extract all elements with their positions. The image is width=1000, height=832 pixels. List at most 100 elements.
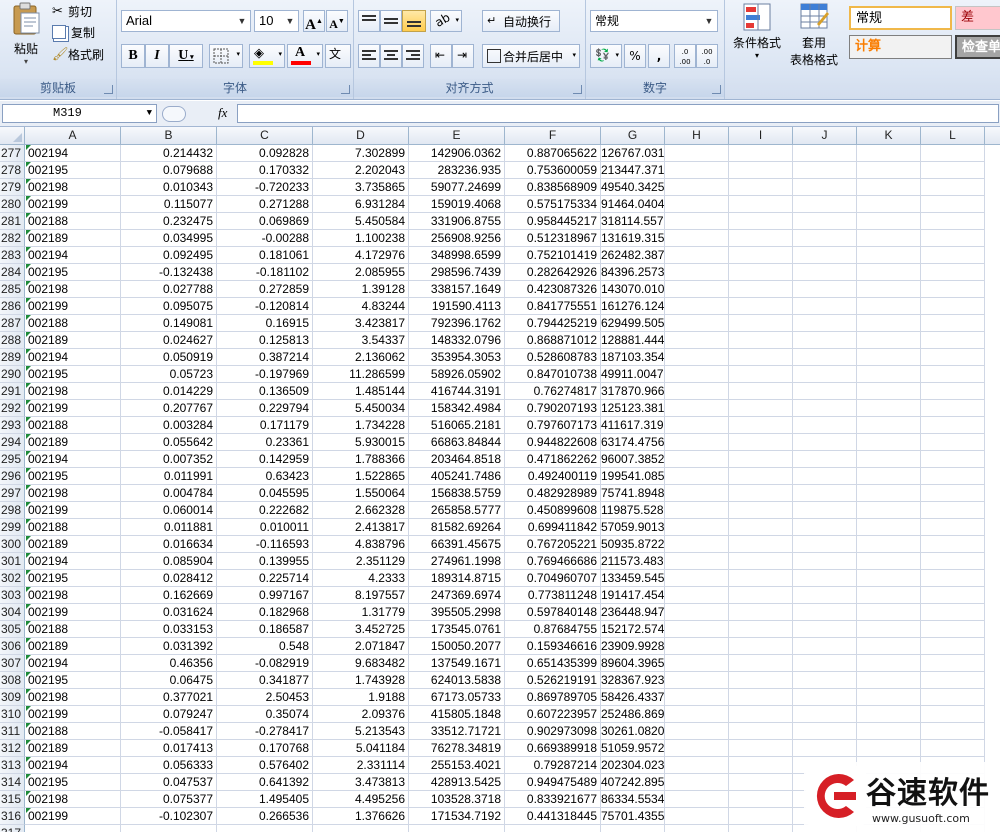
row-header[interactable]: 296 (0, 468, 25, 485)
dialog-launcher-icon[interactable] (573, 85, 582, 94)
cell-i[interactable] (729, 315, 793, 332)
cell-c[interactable]: 0.225714 (217, 570, 313, 587)
cell-d[interactable]: 2.331114 (313, 757, 409, 774)
cell-a[interactable]: 002199 (25, 400, 121, 417)
cell-d[interactable]: 5.041184 (313, 740, 409, 757)
row-header[interactable]: 298 (0, 502, 25, 519)
row-header[interactable]: 305 (0, 621, 25, 638)
cell-f[interactable]: 0.790207193 (505, 400, 601, 417)
cell-a[interactable]: 002194 (25, 145, 121, 162)
cell-h[interactable] (665, 553, 729, 570)
cut-button[interactable]: ✂ 剪切 (52, 2, 92, 20)
cell-a[interactable]: 002199 (25, 298, 121, 315)
cell-i[interactable] (729, 587, 793, 604)
cell-k[interactable] (857, 383, 921, 400)
cell-b[interactable]: 0.079247 (121, 706, 217, 723)
paste-button[interactable]: 粘贴 ▾ (6, 2, 46, 72)
cell-e[interactable]: 792396.1762 (409, 315, 505, 332)
row-header[interactable]: 316 (0, 808, 25, 825)
row-header[interactable]: 317 (0, 825, 25, 832)
format-painter-button[interactable]: 🖌 格式刷 (52, 45, 104, 63)
cell-h[interactable] (665, 689, 729, 706)
cell-e[interactable]: 283236.935 (409, 162, 505, 179)
cell-c[interactable]: -0.082919 (217, 655, 313, 672)
style-normal[interactable]: 常规 (849, 6, 952, 30)
cell-k[interactable] (857, 264, 921, 281)
cell-b[interactable]: 0.033153 (121, 621, 217, 638)
cell-c[interactable]: 0.171179 (217, 417, 313, 434)
row-header[interactable]: 309 (0, 689, 25, 706)
row-header[interactable]: 311 (0, 723, 25, 740)
row-header[interactable]: 284 (0, 264, 25, 281)
cell-b[interactable]: 0.003284 (121, 417, 217, 434)
select-all-corner[interactable] (0, 127, 25, 144)
cell-g[interactable]: 191417.4542 (601, 587, 665, 604)
cell-h[interactable] (665, 774, 729, 791)
cell-l[interactable] (921, 723, 985, 740)
row-header[interactable]: 285 (0, 281, 25, 298)
row-header[interactable]: 293 (0, 417, 25, 434)
cell-g[interactable]: 75701.43557 (601, 808, 665, 825)
cell-c[interactable]: 0.069869 (217, 213, 313, 230)
cell-e[interactable]: 256908.9256 (409, 230, 505, 247)
cell-l[interactable] (921, 383, 985, 400)
cell-d[interactable]: 1.9188 (313, 689, 409, 706)
cell-d[interactable]: 3.473813 (313, 774, 409, 791)
cell-f[interactable]: 0.528608783 (505, 349, 601, 366)
cell-h[interactable] (665, 298, 729, 315)
cell-l[interactable] (921, 400, 985, 417)
font-size-select[interactable]: 10 ▼ (254, 10, 299, 32)
cell-j[interactable] (793, 434, 857, 451)
cell-h[interactable] (665, 383, 729, 400)
cell-j[interactable] (793, 366, 857, 383)
phonetic-button[interactable]: 文 (325, 44, 351, 68)
cell-f[interactable]: 0.958445217 (505, 213, 601, 230)
cell-e[interactable]: 428913.5425 (409, 774, 505, 791)
cell-f[interactable]: 0.949475489 (505, 774, 601, 791)
cell-k[interactable] (857, 349, 921, 366)
cell-i[interactable] (729, 213, 793, 230)
cell-g[interactable]: 328367.9233 (601, 672, 665, 689)
column-header-g[interactable]: G (601, 127, 665, 144)
cell-a[interactable]: 002198 (25, 587, 121, 604)
cell-g[interactable]: 49911.00472 (601, 366, 665, 383)
row-header[interactable]: 288 (0, 332, 25, 349)
align-bottom-button[interactable] (402, 10, 426, 32)
cell-g[interactable]: 187103.3546 (601, 349, 665, 366)
cell-b[interactable]: -0.132438 (121, 264, 217, 281)
cell-f[interactable]: 0.423087326 (505, 281, 601, 298)
cell-j[interactable] (793, 179, 857, 196)
cell-h[interactable] (665, 757, 729, 774)
cell-i[interactable] (729, 757, 793, 774)
cell-d[interactable]: 5.930015 (313, 434, 409, 451)
cell-k[interactable] (857, 451, 921, 468)
cell-a[interactable]: 002189 (25, 332, 121, 349)
cell-i[interactable] (729, 298, 793, 315)
cell-b[interactable]: 0.007352 (121, 451, 217, 468)
cell-g[interactable]: 23909.99281 (601, 638, 665, 655)
cell-h[interactable] (665, 604, 729, 621)
row-header[interactable]: 277 (0, 145, 25, 162)
cell-f[interactable]: 0.869789705 (505, 689, 601, 706)
cell-c[interactable]: 0.548 (217, 638, 313, 655)
cell-c[interactable] (217, 825, 313, 832)
row-header[interactable]: 313 (0, 757, 25, 774)
cell-j[interactable] (793, 519, 857, 536)
cell-j[interactable] (793, 400, 857, 417)
cell-f[interactable]: 0.847010738 (505, 366, 601, 383)
style-check-cell[interactable]: 检查单 (955, 35, 1000, 59)
comma-button[interactable]: , (648, 44, 670, 68)
cell-c[interactable]: 0.136509 (217, 383, 313, 400)
cell-h[interactable] (665, 434, 729, 451)
cell-f[interactable]: 0.526219191 (505, 672, 601, 689)
cell-b[interactable]: 0.031624 (121, 604, 217, 621)
cell-k[interactable] (857, 502, 921, 519)
conditional-format-button[interactable]: 条件格式 ▾ (729, 2, 785, 72)
cell-k[interactable] (857, 162, 921, 179)
cell-h[interactable] (665, 570, 729, 587)
cell-b[interactable]: 0.031392 (121, 638, 217, 655)
cell-c[interactable]: 0.266536 (217, 808, 313, 825)
column-header-c[interactable]: C (217, 127, 313, 144)
cell-b[interactable]: 0.050919 (121, 349, 217, 366)
fill-color-button[interactable]: ◈ ▾ (249, 44, 285, 68)
